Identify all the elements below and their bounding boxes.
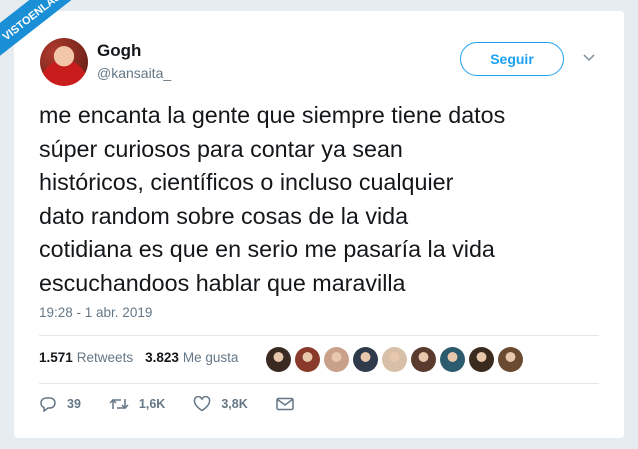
action-bar: 39 1,6K 3,8K — [39, 396, 322, 412]
reply-icon — [40, 397, 56, 412]
user-name[interactable]: Gogh — [97, 41, 141, 61]
liker-avatar[interactable] — [411, 347, 436, 372]
likes-count[interactable]: 3.823 — [145, 350, 179, 365]
tweet-line: cotidiana es que en serio me pasaría la … — [39, 236, 495, 263]
liker-avatar[interactable] — [266, 347, 291, 372]
liker-avatar[interactable] — [353, 347, 378, 372]
retweet-icon — [109, 398, 129, 410]
tweet-line: me encanta la gente que siempre tiene da… — [39, 102, 506, 128]
user-handle[interactable]: @kansaita_ — [97, 65, 171, 81]
retweet-count: 1,6K — [138, 397, 166, 411]
heart-icon — [194, 396, 211, 412]
liker-avatar[interactable] — [295, 347, 320, 372]
likes-label[interactable]: Me gusta — [183, 350, 239, 365]
liker-avatar[interactable] — [324, 347, 349, 372]
reply-button[interactable]: 39 — [39, 396, 81, 412]
liker-avatar[interactable] — [469, 347, 494, 372]
chevron-down-icon[interactable] — [582, 53, 596, 63]
retweet-button[interactable]: 1,6K — [109, 396, 165, 412]
tweet-text: me encanta la gente que siempre tiene da… — [39, 99, 609, 301]
liker-avatars — [266, 347, 523, 372]
tweet-line: escuchandoos hablar que maravilla — [39, 269, 406, 296]
reply-count: 39 — [67, 397, 81, 411]
liker-avatar[interactable] — [440, 347, 465, 372]
follow-button[interactable]: Seguir — [460, 42, 564, 76]
tweet-line: históricos, científicos o incluso cualqu… — [39, 169, 454, 196]
liker-avatar[interactable] — [498, 347, 523, 372]
like-count: 3,8K — [221, 397, 248, 411]
divider — [39, 335, 599, 336]
engagement-stats: 1.571 Retweets 3.823 Me gusta — [39, 350, 238, 365]
divider — [39, 383, 599, 384]
avatar[interactable] — [40, 38, 88, 86]
like-button[interactable]: 3,8K — [193, 396, 248, 412]
envelope-icon — [275, 397, 294, 411]
retweets-label[interactable]: Retweets — [77, 350, 133, 365]
tweet-line: dato random sobre cosas de la vida — [39, 202, 409, 229]
timestamp[interactable]: 19:28 - 1 abr. 2019 — [39, 305, 152, 320]
tweet-line: súper curiosos para contar ya sean — [39, 135, 403, 162]
liker-avatar[interactable] — [382, 347, 407, 372]
retweets-count[interactable]: 1.571 — [39, 350, 73, 365]
message-button[interactable] — [275, 397, 294, 411]
